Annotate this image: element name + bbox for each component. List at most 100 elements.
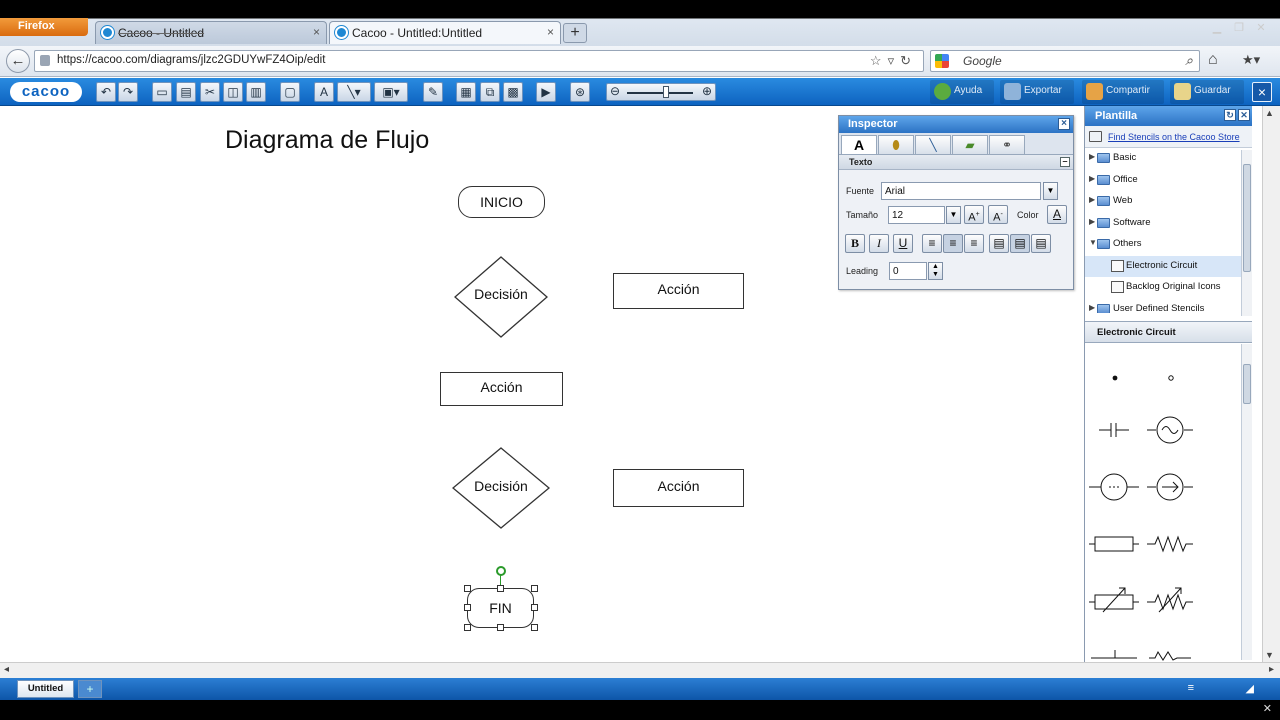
size-dropdown-arrow-icon[interactable]: ▼: [946, 206, 961, 224]
addon-bar-close-icon[interactable]: ✕: [1263, 702, 1272, 715]
diagram-title[interactable]: Diagrama de Flujo: [225, 126, 429, 155]
scroll-thumb[interactable]: [1243, 164, 1251, 272]
layers-icon[interactable]: ⧉: [480, 82, 500, 102]
url-bar[interactable]: https://cacoo.com/diagrams/jlzc2GDUYwFZ4…: [34, 50, 924, 72]
zoom-slider[interactable]: ⊖ ⊕: [606, 83, 716, 101]
save-button[interactable]: Guardar: [1170, 80, 1244, 104]
sheet-tab-untitled[interactable]: Untitled: [17, 680, 74, 698]
resize-handle[interactable]: [464, 604, 471, 611]
tab-shadow[interactable]: ▰: [952, 135, 988, 154]
stencil-palette-scrollbar[interactable]: [1241, 344, 1252, 660]
scroll-thumb[interactable]: [1243, 364, 1251, 404]
size-input[interactable]: 12: [888, 206, 945, 224]
more-stencils-icon[interactable]: [1089, 644, 1193, 662]
valign-bottom-icon[interactable]: ▤: [1031, 234, 1051, 253]
action-shape-1[interactable]: Acción: [613, 273, 744, 309]
undo-icon[interactable]: ↶: [96, 82, 116, 102]
expand-arrow-icon[interactable]: ▶: [1089, 152, 1095, 161]
zoom-knob[interactable]: [663, 86, 669, 98]
align-center-icon[interactable]: ≡: [943, 234, 963, 253]
sheet-list-icon[interactable]: ≡: [1188, 682, 1194, 694]
stencil-tool-icon[interactable]: ▣▾: [374, 82, 408, 102]
find-stencils-link[interactable]: Find Stencils on the Cacoo Store: [1085, 126, 1252, 148]
tab-link[interactable]: ⚭: [989, 135, 1025, 154]
cut-icon[interactable]: ✂: [200, 82, 220, 102]
site-identity-icon[interactable]: [40, 55, 50, 66]
resistor-zigzag-icon[interactable]: [1147, 534, 1193, 554]
grid-icon[interactable]: ▩: [503, 82, 523, 102]
scroll-left-arrow-icon[interactable]: ◂: [4, 664, 9, 675]
decision-shape-2[interactable]: Decisión: [451, 447, 551, 529]
tree-item-basic[interactable]: ▶ Basic: [1085, 148, 1252, 170]
share-button[interactable]: Compartir: [1082, 80, 1164, 104]
scroll-up-arrow-icon[interactable]: ▲: [1265, 108, 1274, 118]
home-icon[interactable]: ⌂: [1208, 51, 1218, 69]
tree-item-electronic-circuit[interactable]: Electronic Circuit: [1085, 255, 1252, 277]
add-sheet-button[interactable]: +: [78, 680, 102, 698]
increase-font-size-icon[interactable]: A+: [964, 205, 984, 224]
bold-button[interactable]: B: [845, 234, 865, 253]
tree-item-backlog-icons[interactable]: Backlog Original Icons: [1085, 277, 1252, 299]
tree-item-software[interactable]: ▶ Software: [1085, 213, 1252, 235]
minimize-icon[interactable]: ▁: [1206, 21, 1228, 34]
rotation-handle[interactable]: [496, 566, 506, 576]
line-tool-icon[interactable]: ╲▾: [337, 82, 371, 102]
paste-icon[interactable]: ▤: [176, 82, 196, 102]
resize-handle[interactable]: [531, 604, 538, 611]
dot-node-icon[interactable]: [1105, 368, 1125, 388]
pencil-icon[interactable]: ✎: [423, 82, 443, 102]
font-select[interactable]: Arial: [881, 182, 1041, 200]
italic-button[interactable]: I: [869, 234, 889, 253]
arrow-source-icon[interactable]: [1147, 472, 1193, 502]
resize-handle[interactable]: [531, 585, 538, 592]
refresh-icon[interactable]: ↻: [1224, 109, 1236, 121]
close-panel-icon[interactable]: ✕: [1238, 109, 1250, 121]
resize-handle[interactable]: [464, 624, 471, 631]
page-vertical-scrollbar[interactable]: ▲ ▼: [1262, 106, 1280, 662]
collapse-arrow-icon[interactable]: ▼: [1089, 238, 1097, 247]
variable-resistor-box-icon[interactable]: [1089, 584, 1139, 614]
resize-handle[interactable]: [531, 624, 538, 631]
zoom-in-icon[interactable]: ⊕: [702, 84, 712, 98]
firefox-menu-button[interactable]: Firefox: [0, 18, 88, 36]
group-icon[interactable]: ▦: [456, 82, 476, 102]
search-bar[interactable]: Google ⌕: [930, 50, 1200, 72]
capacitor-icon[interactable]: [1099, 418, 1129, 442]
action-shape-2[interactable]: Acción: [440, 372, 563, 406]
decrease-font-size-icon[interactable]: A-: [988, 205, 1008, 224]
valign-top-icon[interactable]: ▤: [989, 234, 1009, 253]
resize-grip-icon[interactable]: ◢: [1246, 682, 1254, 695]
valign-middle-icon[interactable]: ▤: [1010, 234, 1030, 253]
tab-text[interactable]: A: [841, 135, 877, 154]
tree-item-others[interactable]: ▼ Others: [1085, 234, 1252, 256]
copy-icon[interactable]: ▭: [152, 82, 172, 102]
play-icon[interactable]: ▶: [536, 82, 556, 102]
expand-arrow-icon[interactable]: ▶: [1089, 217, 1095, 226]
action-shape-3[interactable]: Acción: [613, 469, 744, 507]
new-tab-button[interactable]: +: [563, 23, 587, 43]
variable-resistor-zigzag-icon[interactable]: [1147, 584, 1193, 614]
close-window-icon[interactable]: ✕: [1250, 21, 1272, 34]
scroll-right-arrow-icon[interactable]: ▸: [1269, 664, 1274, 675]
text-color-icon[interactable]: A: [1047, 205, 1067, 224]
browser-tab-2[interactable]: Cacoo - Untitled:Untitled ×: [329, 21, 561, 44]
open-node-icon[interactable]: [1161, 368, 1181, 388]
close-tab-icon[interactable]: ×: [313, 25, 320, 39]
tree-item-office[interactable]: ▶ Office: [1085, 170, 1252, 192]
end-terminator-shape[interactable]: FIN: [467, 588, 534, 628]
collapse-icon[interactable]: –: [1060, 157, 1070, 167]
tree-item-web[interactable]: ▶ Web: [1085, 191, 1252, 213]
scroll-down-arrow-icon[interactable]: ▼: [1265, 650, 1274, 660]
leading-stepper-icon[interactable]: ▲ ▼: [928, 262, 943, 280]
delete-icon[interactable]: ▥: [246, 82, 266, 102]
close-inspector-icon[interactable]: ×: [1058, 118, 1070, 130]
leading-input[interactable]: 0: [889, 262, 927, 280]
align-right-icon[interactable]: ≡: [964, 234, 984, 253]
maximize-icon[interactable]: ❐: [1228, 21, 1250, 34]
search-icon[interactable]: ⌕: [1185, 52, 1193, 69]
ac-source-icon[interactable]: [1147, 416, 1193, 444]
browser-tab-1[interactable]: Cacoo - Untitled ×: [95, 21, 327, 44]
expand-arrow-icon[interactable]: ▶: [1089, 174, 1095, 183]
current-source-icon[interactable]: [1089, 472, 1139, 502]
resize-handle[interactable]: [464, 585, 471, 592]
